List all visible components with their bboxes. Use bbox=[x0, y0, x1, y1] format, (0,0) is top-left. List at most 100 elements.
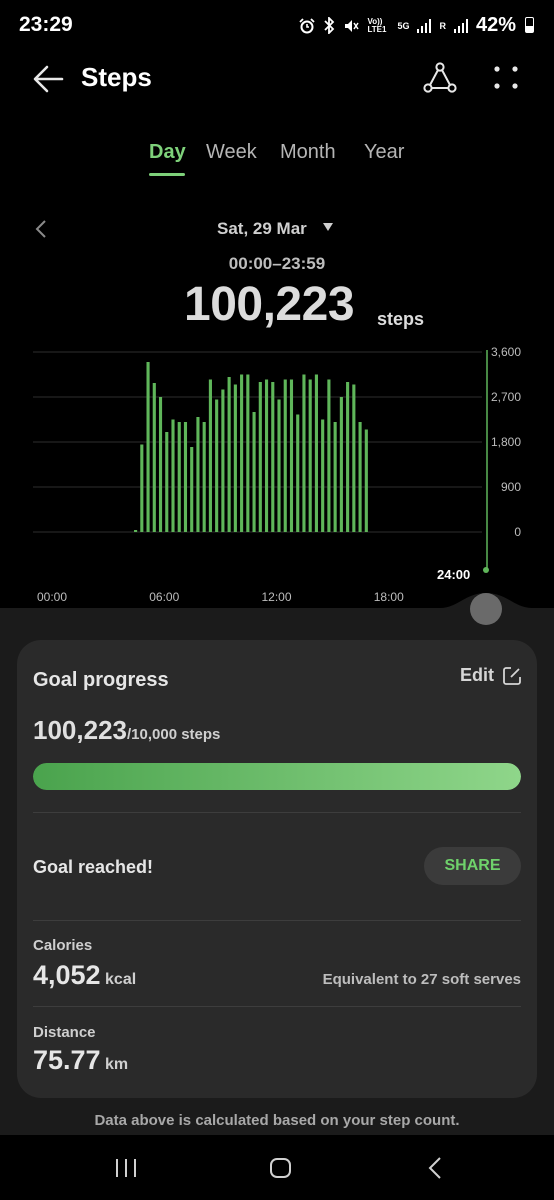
trend-graph-button[interactable] bbox=[420, 60, 460, 98]
back-arrow-icon bbox=[33, 65, 64, 93]
roaming-label: R bbox=[439, 20, 446, 31]
battery-percent: 42% bbox=[475, 14, 516, 36]
signal-icon bbox=[453, 18, 468, 33]
tab-day[interactable]: Day bbox=[149, 141, 186, 164]
edit-goal-button[interactable]: Edit bbox=[460, 665, 522, 686]
footnote: Data above is calculated based on your s… bbox=[94, 1112, 460, 1129]
graph-nodes-icon bbox=[423, 62, 457, 93]
chart-bar bbox=[165, 432, 169, 532]
chart-bar bbox=[321, 419, 325, 532]
bluetooth-icon bbox=[324, 17, 335, 34]
chart-bar bbox=[346, 382, 350, 532]
chart-bar bbox=[252, 412, 256, 532]
chart-bar bbox=[327, 379, 331, 532]
chart-bar bbox=[308, 379, 312, 532]
chart-bar bbox=[258, 382, 262, 532]
status-bar: 23:29 Vo)) LTE1 5G R 42% bbox=[0, 0, 554, 52]
calories-value: 4,052 bbox=[33, 960, 101, 990]
chart-bar bbox=[302, 374, 306, 532]
goal-progress-fill bbox=[33, 763, 521, 790]
chart-bar bbox=[134, 530, 138, 532]
chart-bar bbox=[152, 383, 156, 532]
system-nav-bar bbox=[0, 1135, 554, 1200]
mute-icon bbox=[345, 19, 360, 32]
divider bbox=[33, 920, 521, 921]
divider bbox=[33, 812, 521, 813]
chart-bar bbox=[246, 374, 250, 532]
chart-bar bbox=[183, 422, 188, 532]
chart-bar bbox=[277, 399, 281, 532]
y-tick-label: 0 bbox=[514, 525, 521, 539]
chart-bar bbox=[208, 379, 212, 532]
tab-year[interactable]: Year bbox=[364, 141, 404, 164]
chevron-left-icon bbox=[35, 220, 46, 238]
chart-bar bbox=[352, 384, 356, 532]
chart-bar bbox=[271, 382, 275, 532]
goal-reached-text: Goal reached! bbox=[33, 857, 154, 877]
back-button[interactable] bbox=[28, 60, 68, 98]
goal-progress-bar bbox=[33, 763, 521, 790]
status-time: 23:29 bbox=[19, 13, 73, 36]
page-title: Steps bbox=[81, 62, 152, 92]
y-tick-label: 1,800 bbox=[491, 435, 521, 449]
date-selector[interactable]: Sat, 29 Mar bbox=[217, 219, 307, 239]
chart-bar bbox=[196, 417, 200, 532]
tab-indicator bbox=[149, 173, 185, 176]
chart-bar bbox=[314, 374, 318, 532]
battery-icon bbox=[525, 17, 534, 33]
y-tick-label: 3,600 bbox=[491, 345, 521, 359]
tab-week[interactable]: Week bbox=[206, 141, 257, 164]
status-icons: Vo)) LTE1 5G R 42% bbox=[299, 14, 516, 37]
goal-current: 100,223/10,000 steps bbox=[33, 715, 220, 746]
recents-icon bbox=[116, 1159, 136, 1177]
chart-bar bbox=[240, 374, 244, 532]
signal-icon bbox=[417, 18, 432, 33]
chart-bar bbox=[158, 397, 163, 532]
chart-bar bbox=[296, 414, 300, 532]
distance-value-row: 75.77 km bbox=[33, 1045, 128, 1076]
distance-label: Distance bbox=[33, 1024, 96, 1041]
time-range: 00:00–23:59 bbox=[228, 254, 326, 273]
goal-target: /10,000 steps bbox=[126, 726, 221, 743]
chart-bar bbox=[283, 379, 287, 532]
chart-bar bbox=[364, 429, 368, 532]
home-button[interactable] bbox=[263, 1155, 299, 1181]
calories-label: Calories bbox=[33, 937, 93, 954]
home-icon bbox=[270, 1158, 291, 1178]
chart-bar bbox=[171, 419, 175, 532]
steps-bar-chart[interactable]: 3,6002,7001,8009000 00:00 06:00 12:00 18:00… bbox=[0, 340, 554, 620]
network-label: 5G bbox=[397, 20, 410, 31]
chart-bar bbox=[264, 379, 269, 532]
chart-bar bbox=[221, 389, 225, 532]
y-tick-label: 900 bbox=[501, 480, 521, 494]
edit-label: Edit bbox=[460, 665, 494, 685]
chart-bar bbox=[190, 447, 194, 532]
share-button[interactable]: SHARE bbox=[424, 847, 521, 885]
chart-bar bbox=[358, 422, 362, 532]
back-nav-button[interactable] bbox=[418, 1155, 454, 1181]
chart-scrubber-handle[interactable] bbox=[470, 593, 502, 625]
step-total: 100,223 bbox=[184, 278, 355, 331]
chart-bar bbox=[215, 399, 219, 532]
current-time-dot bbox=[483, 567, 489, 573]
dropdown-triangle-icon[interactable] bbox=[323, 223, 333, 231]
goal-current-value: 100,223 bbox=[33, 715, 127, 745]
more-dots-icon bbox=[494, 66, 518, 89]
previous-day-button[interactable] bbox=[28, 214, 56, 244]
chart-bar bbox=[227, 377, 231, 532]
calories-value-row: 4,052 kcal bbox=[33, 960, 136, 991]
goal-card: Goal progress Edit 100,223/10,000 steps … bbox=[17, 640, 537, 1098]
back-chevron-icon bbox=[428, 1157, 441, 1179]
more-options-button[interactable] bbox=[486, 60, 526, 98]
tab-month[interactable]: Month bbox=[280, 141, 336, 164]
chart-bar bbox=[177, 422, 181, 532]
recents-button[interactable] bbox=[108, 1155, 144, 1181]
divider bbox=[33, 1006, 521, 1007]
chart-bar bbox=[333, 422, 337, 532]
calories-equivalent: Equivalent to 27 soft serves bbox=[322, 971, 521, 988]
distance-unit: km bbox=[105, 1056, 129, 1073]
chart-bar bbox=[289, 379, 294, 532]
chart-bar bbox=[140, 444, 144, 532]
goal-title: Goal progress bbox=[33, 669, 169, 691]
alarm-icon bbox=[299, 17, 316, 33]
